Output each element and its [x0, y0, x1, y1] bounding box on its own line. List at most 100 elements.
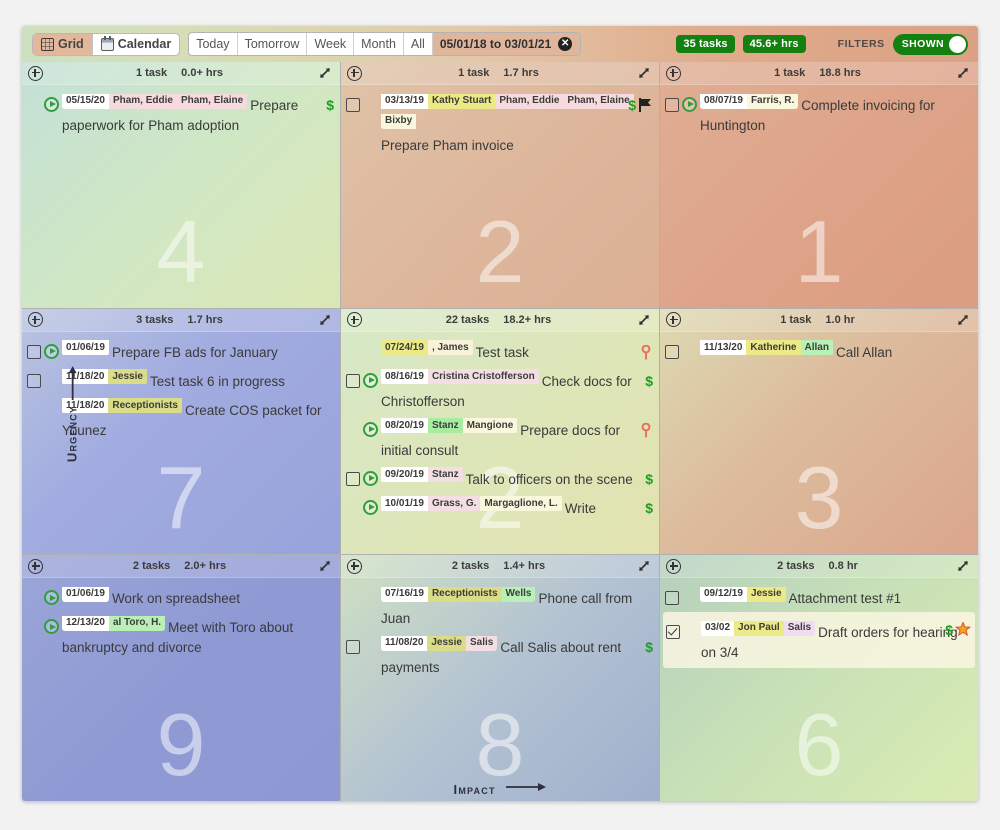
task-row[interactable]: 10/01/19 Grass, G. Margaglione, L. Write $	[343, 491, 657, 520]
expand-icon[interactable]	[318, 313, 332, 327]
expand-icon[interactable]	[637, 313, 651, 327]
task-checkbox[interactable]	[346, 373, 360, 388]
range-tomorrow[interactable]: Tomorrow	[238, 33, 308, 55]
quadrant-number: 8	[475, 695, 525, 794]
expand-icon[interactable]	[956, 313, 970, 327]
close-circle-icon[interactable]: ✕	[558, 37, 573, 51]
task-row[interactable]: 11/08/20 Jessie Salis Call Salis about rent…	[343, 630, 657, 679]
start-timer-icon[interactable]	[363, 421, 378, 437]
task-checkbox[interactable]	[346, 640, 360, 655]
task-badges	[639, 344, 653, 360]
task-chips: 09/20/19 Stanz	[381, 463, 463, 483]
task-title: Write	[564, 500, 597, 516]
task-checkbox[interactable]	[346, 471, 360, 486]
date-range-display[interactable]: 05/01/18 to 03/01/21 ✕	[432, 33, 581, 55]
expand-icon[interactable]	[318, 559, 332, 573]
view-toggle[interactable]: Grid Calendar	[32, 32, 181, 56]
calendar-icon	[100, 35, 114, 51]
task-chips: 07/24/19, James	[381, 336, 473, 356]
quadrant-number: 2	[475, 201, 525, 301]
task-chips: 05/15/20 Pham, Eddie Pham, Elaine	[62, 89, 248, 109]
task-badges: $	[326, 98, 334, 112]
expand-icon[interactable]	[318, 66, 332, 80]
task-chip: 11/13/20	[700, 340, 747, 356]
task-chip: 09/20/19	[381, 467, 428, 483]
view-calendar-button[interactable]: Calendar	[91, 33, 179, 55]
task-row[interactable]: 03/02 Jon Paul Salis Draft orders for heari…	[663, 612, 975, 669]
start-timer-icon[interactable]	[363, 372, 378, 388]
task-chip: , James	[427, 340, 473, 356]
quadrant-counts: 3 tasks 1.7 hrs	[43, 314, 318, 326]
start-timer-icon[interactable]	[363, 499, 378, 515]
start-timer-icon[interactable]	[44, 590, 59, 606]
arrow-right-icon	[506, 783, 547, 791]
add-task-icon[interactable]	[28, 312, 43, 328]
task-row[interactable]: 07/24/19, James Test task	[343, 335, 657, 364]
task-row[interactable]: 11/13/20 Katherine Allan Call Allan	[662, 335, 976, 364]
task-chip: Salis	[465, 635, 498, 651]
task-list: 05/15/20 Pham, Eddie Pham, Elaine Prepare p…	[22, 85, 340, 137]
task-row[interactable]: 08/07/19 Farris, R. Complete invoicing for…	[662, 88, 976, 137]
quadrant-header: 1 task 1.0 hr	[660, 308, 978, 332]
task-checkbox[interactable]	[666, 625, 680, 640]
task-row[interactable]: 09/12/19 Jessie Attachment test #1	[662, 581, 976, 610]
task-chip: Salis	[783, 620, 816, 636]
task-checkbox[interactable]	[665, 591, 679, 606]
task-checkbox[interactable]	[665, 344, 679, 359]
task-chips: 07/16/19 Receptionists Wells	[381, 582, 536, 602]
add-task-icon[interactable]	[28, 65, 43, 81]
task-row[interactable]: 01/06/19 Work on spreadsheet	[24, 581, 338, 610]
task-checkbox[interactable]	[27, 373, 41, 388]
range-today[interactable]: Today	[189, 33, 238, 55]
task-checkbox[interactable]	[665, 98, 679, 112]
task-badges: $	[645, 472, 653, 486]
task-row[interactable]: 05/15/20 Pham, Eddie Pham, Elaine Prepare p…	[24, 88, 338, 137]
task-row[interactable]: 07/16/19 Receptionists Wells Phone call fro…	[343, 581, 657, 630]
expand-icon[interactable]	[956, 66, 970, 80]
start-timer-icon[interactable]	[44, 343, 59, 359]
start-timer-icon[interactable]	[44, 97, 59, 112]
task-chips: 08/20/19 Stanz Mangione	[381, 414, 518, 434]
task-checkbox[interactable]	[27, 344, 41, 359]
expand-icon[interactable]	[637, 66, 651, 80]
expand-icon[interactable]	[956, 559, 970, 573]
quadrant-counts: 1 task 0.0+ hrs	[43, 67, 318, 79]
task-checkbox[interactable]	[346, 98, 360, 112]
quadrant-hours: 0.8 hr	[828, 560, 858, 573]
task-row[interactable]: 12/13/20 al Toro, H. Meet with Toro about …	[24, 610, 338, 659]
start-timer-icon[interactable]	[363, 470, 378, 486]
task-chip: 01/06/19	[62, 340, 109, 356]
add-task-icon[interactable]	[347, 312, 362, 328]
date-range-text: 05/01/18 to 03/01/21	[439, 37, 552, 51]
add-task-icon[interactable]	[666, 558, 681, 574]
task-row[interactable]: 09/20/19 Stanz Talk to officers on the sce…	[343, 462, 657, 491]
start-timer-icon[interactable]	[44, 619, 59, 635]
priority-matrix-app: Grid Calendar Today Tomorrow Week Month …	[22, 26, 978, 801]
range-all[interactable]: All	[404, 33, 433, 55]
task-row[interactable]: 03/13/19 Kathy Stuart Pham, Eddie Pham, Ela…	[343, 88, 657, 157]
expand-icon[interactable]	[637, 559, 651, 573]
axis-label-urgency: Urgency	[65, 365, 80, 462]
task-chips: 11/08/20 Jessie Salis	[381, 631, 498, 651]
add-task-icon[interactable]	[347, 65, 362, 81]
task-row[interactable]: 08/16/19 Cristina Cristofferson Check docs…	[343, 364, 657, 413]
task-chip: Allan	[800, 340, 833, 356]
add-task-icon[interactable]	[666, 65, 681, 81]
add-task-icon[interactable]	[28, 558, 43, 574]
filters-toggle[interactable]: SHOWN	[892, 33, 968, 55]
add-task-icon[interactable]	[347, 558, 362, 574]
task-body: 05/15/20 Pham, Eddie Pham, Elaine Prepare p…	[62, 89, 336, 136]
start-timer-icon[interactable]	[682, 97, 697, 112]
task-row[interactable]: 01/06/19 Prepare FB ads for January	[24, 335, 338, 364]
range-week[interactable]: Week	[307, 33, 355, 55]
task-chip: Jessie	[108, 369, 147, 385]
add-task-icon[interactable]	[666, 312, 681, 328]
date-range-group[interactable]: Today Tomorrow Week Month All 05/01/18 t…	[188, 32, 582, 56]
range-month[interactable]: Month	[354, 33, 404, 55]
quadrant-hours: 18.8 hrs	[819, 67, 861, 79]
view-grid-button[interactable]: Grid	[33, 33, 92, 55]
quadrant-header: 3 tasks 1.7 hrs	[22, 308, 340, 332]
task-count-badge: 35 tasks	[676, 35, 735, 53]
task-row[interactable]: 08/20/19 Stanz Mangione Prepare docs for in…	[343, 413, 657, 462]
view-grid-label: Grid	[58, 37, 84, 51]
